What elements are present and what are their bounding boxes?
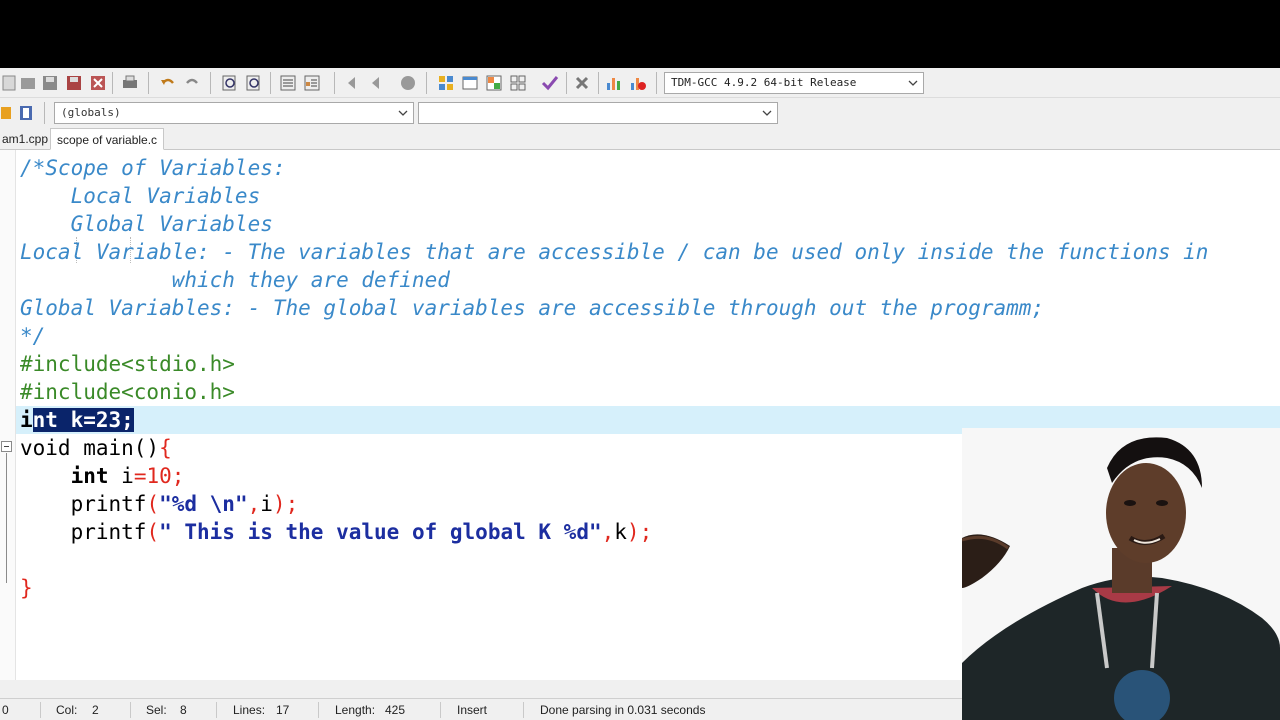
tab-label: am1.cpp xyxy=(2,132,49,146)
project-window-icon[interactable] xyxy=(460,73,480,93)
code-line-11: void main(){ xyxy=(20,434,172,462)
presenter-image xyxy=(962,428,1280,720)
save-icon[interactable] xyxy=(40,73,60,93)
code-token: " This is the value of global K %d" xyxy=(159,520,602,544)
chevron-down-icon xyxy=(762,110,772,116)
stop-icon[interactable] xyxy=(572,73,592,93)
status-col-value: 2 xyxy=(92,703,99,717)
new-file-icon[interactable] xyxy=(0,73,20,93)
status-line-value: 0 xyxy=(2,703,9,717)
code-line-10: int k=23; xyxy=(20,406,134,434)
compiler-select[interactable]: TDM-GCC 4.9.2 64-bit Release xyxy=(664,72,924,94)
code-line-7: */ xyxy=(20,324,46,348)
code-token: void xyxy=(20,436,71,460)
chevron-down-icon xyxy=(908,80,918,86)
code-line-4: Local Variable: - The variables that are… xyxy=(20,240,1209,264)
scope-select-value: (globals) xyxy=(61,106,121,119)
code-token: printf xyxy=(20,520,147,544)
unindent-icon[interactable] xyxy=(302,73,322,93)
webcam-overlay xyxy=(962,428,1280,720)
goto-line-icon[interactable] xyxy=(398,73,418,93)
code-token: ); xyxy=(272,492,299,516)
tab-scope-of-variable-c[interactable]: scope of variable.c xyxy=(50,128,165,150)
class-browser-icon[interactable] xyxy=(484,73,504,93)
code-line-5: which they are defined xyxy=(20,268,450,292)
code-line-14: printf(" This is the value of global K %… xyxy=(20,518,653,546)
code-token: main() xyxy=(70,436,160,460)
code-line-12: int i=10; xyxy=(20,462,185,490)
code-token: ( xyxy=(146,520,160,544)
fold-line xyxy=(6,453,7,583)
code-token: printf xyxy=(20,492,147,516)
code-token: ( xyxy=(146,492,160,516)
close-file-icon[interactable] xyxy=(88,73,108,93)
code-token: k xyxy=(614,520,627,544)
class-toolbar: (globals) xyxy=(0,99,1280,127)
editor-tabs: am1.cpp scope of variable.c xyxy=(0,128,1280,150)
code-token: = xyxy=(133,464,147,488)
status-col-label: Col: xyxy=(56,703,78,717)
new-project-icon[interactable] xyxy=(436,73,456,93)
status-sel-label: Sel: xyxy=(146,703,167,717)
status-lines-label: Lines: xyxy=(233,703,266,717)
open-file-icon[interactable] xyxy=(18,73,38,93)
compile-check-icon[interactable] xyxy=(540,73,560,93)
code-line-1: /*Scope of Variables: xyxy=(20,156,286,180)
indent-icon[interactable] xyxy=(278,73,298,93)
code-token: ; xyxy=(171,464,185,488)
code-token: i xyxy=(260,492,273,516)
code-token: int xyxy=(20,464,109,488)
print-icon[interactable] xyxy=(120,73,140,93)
status-sel-value: 8 xyxy=(180,703,187,717)
chevron-down-icon xyxy=(398,110,408,116)
status-length-value: 425 xyxy=(385,703,406,717)
toggle-comment-icon[interactable] xyxy=(16,103,36,123)
replace-icon[interactable] xyxy=(244,73,264,93)
fold-toggle-icon[interactable] xyxy=(1,441,12,452)
status-lines-value: 17 xyxy=(276,703,290,717)
code-token: "%d \n" xyxy=(159,492,248,516)
undo-icon[interactable] xyxy=(158,73,178,93)
goto-bookmark-icon[interactable] xyxy=(368,73,388,93)
code-selection: nt k=23; xyxy=(32,408,134,432)
editor-gutter xyxy=(0,150,16,680)
function-select[interactable] xyxy=(418,102,778,124)
code-line-2: Local Variables xyxy=(20,184,261,208)
toggle-bookmark-icon[interactable] xyxy=(344,73,364,93)
code-token: i xyxy=(108,464,134,488)
code-token: ); xyxy=(626,520,653,544)
find-icon[interactable] xyxy=(220,73,240,93)
scope-select[interactable]: (globals) xyxy=(54,102,414,124)
code-token: { xyxy=(159,436,172,460)
main-toolbar: TDM-GCC 4.9.2 64-bit Release xyxy=(0,68,1280,98)
profile-delete-icon[interactable] xyxy=(628,73,648,93)
tab-am1-cpp[interactable]: am1.cpp xyxy=(0,128,54,150)
status-message: Done parsing in 0.031 seconds xyxy=(540,703,706,717)
code-token: , xyxy=(247,492,261,516)
compiler-select-value: TDM-GCC 4.9.2 64-bit Release xyxy=(671,76,857,89)
code-line-13: printf("%d \n",i); xyxy=(20,490,299,518)
code-line-6: Global Variables: - The global variables… xyxy=(20,296,1045,320)
code-line-3: Global Variables xyxy=(20,212,273,236)
layout-icon[interactable] xyxy=(508,73,528,93)
code-token: , xyxy=(601,520,615,544)
chart-icon[interactable] xyxy=(604,73,624,93)
code-token: 10 xyxy=(146,464,172,488)
save-all-icon[interactable] xyxy=(64,73,84,93)
code-token: i xyxy=(20,408,33,432)
status-mode: Insert xyxy=(457,703,488,717)
redo-icon[interactable] xyxy=(182,73,202,93)
status-length-label: Length: xyxy=(335,703,376,717)
code-line-9: #include<conio.h> xyxy=(20,380,235,404)
code-line-16: } xyxy=(20,576,33,600)
code-line-8: #include<stdio.h> xyxy=(20,352,235,376)
tab-label: scope of variable.c xyxy=(57,133,158,147)
